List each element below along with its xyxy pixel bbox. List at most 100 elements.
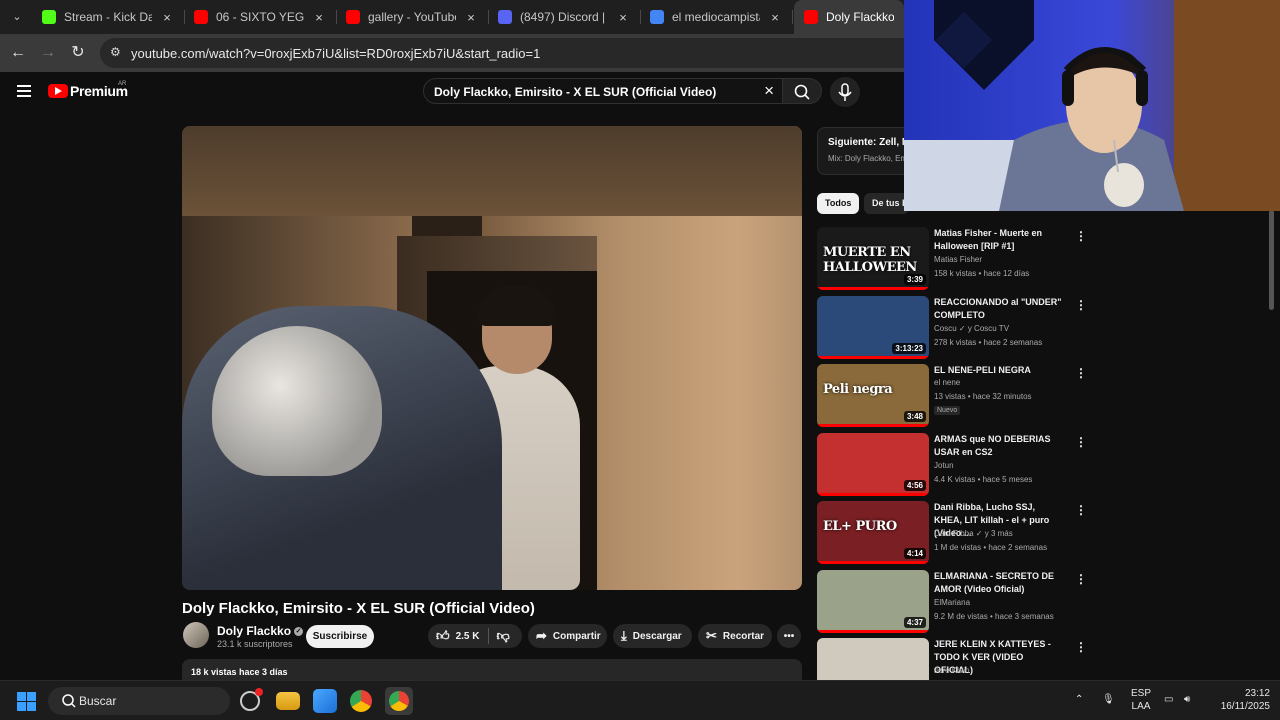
browser-tab[interactable]: el mediocampista jap × (640, 0, 792, 34)
recommended-video[interactable]: Peli negra 3:48 EL NENE-PELI NEGRA el nene 1… (817, 364, 1087, 428)
youtube-logo-icon[interactable] (48, 84, 68, 98)
video-thumbnail[interactable]: EL+ PURO 4:14 (817, 501, 929, 564)
close-tab-icon[interactable]: × (464, 10, 478, 25)
browser-tab[interactable]: gallery - YouTube × (336, 0, 488, 34)
channel-name[interactable]: Matias Fisher (934, 255, 982, 264)
download-button[interactable]: ⤓ Descargar (613, 624, 692, 648)
video-thumbnail[interactable]: 4:56 (817, 432, 929, 496)
reload-icon[interactable]: ↻ (67, 42, 89, 64)
more-actions-button[interactable]: ••• (777, 624, 801, 648)
close-tab-icon[interactable]: × (768, 10, 782, 25)
channel-name[interactable]: Coscu ✓ y Coscu TV (934, 324, 1009, 333)
video-meta: 158 k vistas • hace 12 días (934, 269, 1030, 278)
tray-overflow-icon[interactable]: ⌃ (1075, 693, 1083, 706)
copilot-icon[interactable] (240, 688, 263, 711)
forward-icon[interactable]: → (37, 42, 59, 64)
channel-avatar[interactable] (183, 622, 209, 648)
url-text: youtube.com/watch?v=0roxjExb7iU&list=RD0… (131, 46, 541, 61)
search-input[interactable]: Doly Flackko, Emirsito - X EL SUR (Offic… (423, 78, 783, 104)
search-button[interactable] (782, 78, 822, 104)
chrome-icon[interactable] (350, 690, 372, 712)
chip-all[interactable]: Todos (817, 193, 860, 214)
video-thumbnail[interactable]: MUERTE EN HALLOWEEN 3:39 (817, 227, 929, 290)
channel-name[interactable]: el nene (934, 378, 960, 387)
more-options-icon[interactable]: ⋮ (1075, 435, 1087, 449)
tab-title: Stream - Kick Dashboard (64, 10, 152, 24)
recommended-video[interactable]: 4:56 ARMAS que NO DEBERIAS USAR en CS2 Jot… (817, 432, 1087, 497)
clip-label: Recortar (722, 630, 765, 642)
back-icon[interactable]: ← (7, 42, 29, 64)
video-title[interactable]: EL NENE-PELI NEGRA (934, 364, 1064, 377)
chip-from-your[interactable]: De tus b (864, 193, 909, 214)
clock[interactable]: 23:12 16/11/2025 (1208, 687, 1270, 713)
more-options-icon[interactable]: ⋮ (1075, 503, 1087, 517)
browser-tab[interactable]: Stream - Kick Dashboard × (32, 0, 184, 34)
more-options-icon[interactable]: ⋮ (1075, 572, 1087, 586)
language-indicator[interactable]: ESP LAA (1126, 687, 1156, 713)
tab-title: Doly Flackko, Emirsito (826, 10, 894, 24)
channel-name[interactable]: Doly Flackko ✓ (217, 624, 304, 638)
site-info-icon[interactable]: ⚙ (110, 45, 126, 61)
recommended-video[interactable]: 4:37 ELMARIANA - SECRETO DE AMOR (Video O… (817, 569, 1087, 634)
more-options-icon[interactable]: ⋮ (1075, 229, 1087, 243)
close-tab-icon[interactable]: × (616, 10, 630, 25)
video-thumbnail[interactable]: Peli negra 3:48 (817, 364, 929, 427)
video-meta: 13 vistas • hace 32 minutos (934, 392, 1032, 401)
thumbnail-text: Peli negra (823, 382, 893, 397)
clip-button[interactable]: ✂ Recortar (698, 624, 772, 648)
recommended-video[interactable]: 3:13:23 REACCIONANDO al "UNDER" COMPLETO C… (817, 295, 1087, 360)
video-meta: 1 M de vistas • hace 2 semanas (934, 543, 1048, 552)
close-tab-icon[interactable]: × (312, 10, 326, 25)
like-icon[interactable]: 👍︎ (436, 628, 450, 644)
recommended-video[interactable]: EL+ PURO 4:14 Dani Ribba, Lucho SSJ, KHEA,… (817, 501, 1087, 565)
video-title[interactable]: REACCIONANDO al "UNDER" COMPLETO (934, 296, 1064, 322)
video-title[interactable]: Matias Fisher - Muerte en Halloween [RIP… (934, 227, 1064, 253)
photos-icon[interactable] (313, 689, 337, 713)
channel-name[interactable]: Dani Ribba ✓ y 3 más (934, 529, 1013, 538)
channel-name[interactable]: Jere Klein (934, 666, 970, 675)
like-count[interactable]: 2.5 K (456, 631, 480, 642)
network-icon[interactable]: ▭ (1164, 693, 1173, 706)
share-button[interactable]: ➦ Compartir (528, 624, 607, 648)
video-thumbnail[interactable]: 3:13:23 (817, 295, 929, 359)
chrome-active-icon[interactable] (385, 687, 413, 715)
volume-icon[interactable]: 🔊︎ (1184, 693, 1190, 706)
up-next-card[interactable]: Siguiente: Zell, Ne Mix: Doly Flackko, E… (817, 127, 917, 175)
video-thumbnail[interactable]: 4:37 (817, 569, 929, 633)
video-meta: 9.2 M de vistas • hace 3 semanas (934, 611, 1054, 621)
more-options-icon[interactable]: ⋮ (1075, 366, 1087, 380)
dislike-icon[interactable]: 👎︎ (497, 628, 510, 644)
channel-name[interactable]: Jotun (934, 461, 954, 470)
more-options-icon[interactable]: ⋮ (1075, 640, 1087, 654)
subscribe-button[interactable]: Suscribirse (306, 625, 374, 648)
download-label: Descargar (632, 630, 682, 642)
address-bar[interactable]: ⚙ youtube.com/watch?v=0roxjExb7iU&list=R… (100, 38, 920, 68)
microphone-icon[interactable]: 🎙︎ (1102, 693, 1115, 706)
close-tab-icon[interactable]: × (160, 10, 174, 25)
tab-title: 06 - SIXTO YEGROS, ... (216, 10, 304, 24)
menu-icon[interactable] (17, 85, 31, 97)
browser-tab[interactable]: 06 - SIXTO YEGROS, ... × (184, 0, 336, 34)
windows-start-icon[interactable] (17, 692, 36, 711)
clear-search-icon[interactable]: × (764, 81, 774, 101)
file-explorer-icon[interactable] (276, 692, 300, 710)
watch-progress-bar (817, 629, 929, 633)
recommended-video[interactable]: MUERTE EN HALLOWEEN 3:39 Matias Fisher - M… (817, 227, 1087, 291)
video-frame-foreground-person (182, 306, 502, 590)
video-title[interactable]: ELMARIANA - SECRETO DE AMOR (Video Ofici… (934, 570, 1064, 596)
video-title[interactable]: ARMAS que NO DEBERIAS USAR en CS2 (934, 433, 1064, 459)
more-options-icon[interactable]: ⋮ (1075, 298, 1087, 312)
webcam-overlay (904, 0, 1280, 211)
language-code: ESP (1130, 688, 1151, 699)
up-next-title: Siguiente: Zell, Ne (828, 137, 915, 148)
tab-separator (792, 10, 793, 24)
browser-tab[interactable]: Doly Flackko, Emirsito (794, 0, 904, 34)
channel-name[interactable]: ElMariana (934, 598, 970, 607)
browser-tab[interactable]: (8497) Discord | # × (488, 0, 640, 34)
voice-search-button[interactable] (830, 77, 860, 107)
video-player[interactable] (182, 126, 802, 590)
tab-search-button[interactable]: ⌄ (7, 7, 27, 27)
taskbar-search[interactable]: Buscar (48, 687, 230, 715)
scrollbar[interactable] (1269, 210, 1274, 310)
mic-icon (838, 83, 852, 101)
